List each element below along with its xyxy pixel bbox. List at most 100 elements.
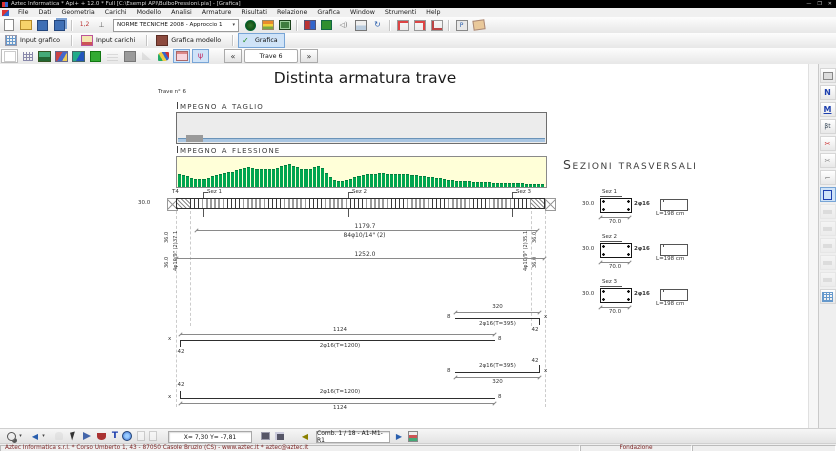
menu-armature[interactable]: Armature (197, 9, 237, 16)
disabled-result-icon-2[interactable] (820, 221, 836, 236)
prev-beam-button[interactable]: « (224, 49, 242, 63)
norms-combobox-value: NORME TECNICHE 2008 - Approccio 1 (117, 22, 223, 28)
scale-icon-2[interactable] (272, 430, 286, 442)
cut-gray-icon[interactable]: ✂ (820, 153, 836, 168)
sections-heading: Sezioni trasversali (563, 157, 697, 172)
scale-icon-1[interactable] (258, 430, 272, 442)
disabled-result-icon-1[interactable] (820, 204, 836, 219)
disabled-result-icon-3[interactable] (820, 238, 836, 253)
menu-modello[interactable]: Modello (132, 9, 167, 16)
blank-sheet-icon[interactable] (1, 49, 18, 63)
view-back-dropdown-icon[interactable]: ▾ (40, 430, 47, 442)
next-beam-button[interactable]: » (300, 49, 318, 63)
beam-tab[interactable]: Trave 6 (244, 49, 298, 63)
globe-icon[interactable] (120, 430, 134, 442)
disabled-result-icon-4[interactable] (820, 255, 836, 270)
select-cursor-icon[interactable] (66, 430, 80, 442)
zoom-dropdown-icon[interactable]: ▾ (17, 430, 24, 442)
save-icon[interactable] (35, 19, 50, 31)
maximize-button[interactable]: ❐ (817, 1, 821, 7)
open-file-icon[interactable] (18, 19, 33, 31)
axial-diagram-icon[interactable]: N (820, 85, 836, 100)
next-combination-icon[interactable]: ▶ (392, 430, 406, 442)
redline-tool-icon[interactable] (94, 430, 108, 442)
minimize-button[interactable]: — (806, 1, 811, 7)
norms-combobox[interactable]: NORME TECNICHE 2008 - Approccio 1 ▾ (113, 19, 239, 32)
sound-icon[interactable]: ◁) (336, 19, 351, 31)
section-green-view-icon[interactable] (71, 50, 86, 62)
element-view-icon[interactable] (88, 50, 103, 62)
prev-combination-icon[interactable]: ◀ (298, 430, 312, 442)
zoom-window-icon[interactable] (395, 19, 410, 31)
code-check-icon[interactable]: ⊥ (94, 19, 109, 31)
moment-diagram-icon[interactable]: M (820, 102, 836, 117)
drawing-canvas[interactable]: Distinta armatura trave Trave n° 6 Impeg… (0, 64, 808, 428)
diagram-curve-icon[interactable] (156, 50, 171, 62)
pan-hand-icon[interactable] (52, 430, 66, 442)
run-analysis-icon[interactable] (243, 19, 258, 31)
mesh-icon[interactable] (277, 19, 292, 31)
view-toolbar: ψ « Trave 6 » (0, 48, 836, 65)
menu-grafica[interactable]: Grafica (312, 9, 345, 16)
display-options-icon[interactable] (260, 19, 275, 31)
export-icon[interactable] (471, 19, 486, 31)
print-preview-icon[interactable]: P (454, 19, 469, 31)
status-bar: Aztec Informatica s.r.l. * Corso Umberto… (0, 443, 836, 451)
terrain-view-icon[interactable] (37, 50, 52, 62)
cut-red-icon[interactable]: ✂ (820, 136, 836, 151)
mode-input-grafico[interactable]: Input grafico (1, 33, 67, 48)
section-view-toggle-icon[interactable] (820, 187, 836, 202)
menu-geometria[interactable]: Geometria (56, 9, 99, 16)
mode-grafica[interactable]: ✓ Grafica (238, 33, 285, 48)
menu-window[interactable]: Window (345, 9, 380, 16)
dim-left-outer-bottom: 36.0 (164, 257, 170, 268)
table-view-icon[interactable] (173, 49, 190, 63)
mode-input-carichi[interactable]: Input carichi (77, 33, 142, 48)
close-button[interactable]: ✕ (828, 1, 832, 7)
grid-table-icon[interactable] (820, 289, 836, 304)
disabled-result-icon-5[interactable] (820, 272, 836, 287)
menu-carichi[interactable]: Carichi (100, 9, 132, 16)
solid-view-icon[interactable] (122, 50, 137, 62)
section-red-view-icon[interactable] (54, 50, 69, 62)
snap-grid-icon[interactable] (20, 50, 35, 62)
menu-relazione[interactable]: Relazione (272, 9, 312, 16)
bottom-toolbar: ▾ ◀ ▾ T X= 7,30 Y= -7,81 ◀ Comb. 1 / 18 … (0, 428, 836, 444)
combination-display[interactable]: Comb. 1 / 18 - A1-M1-R1 (316, 431, 390, 443)
status-led-icon[interactable] (319, 19, 334, 31)
menu-analisi[interactable]: Analisi (166, 9, 197, 16)
export-dxf-icon[interactable] (406, 430, 420, 442)
flex-bars (178, 158, 545, 187)
rebar4-end-in: 8 (498, 394, 502, 400)
mode-grafica-modello[interactable]: Grafica modello (152, 33, 228, 48)
menu-file[interactable]: File (13, 9, 34, 16)
application-window: Aztec Informatica * Api+ + 12.0 * Full [… (0, 0, 836, 451)
measure-dart-icon[interactable] (80, 430, 94, 442)
wire-view-icon[interactable] (105, 50, 120, 62)
hook-tool-icon[interactable]: ⌐ (820, 170, 836, 185)
save-all-icon[interactable] (52, 19, 67, 31)
find-icon[interactable] (302, 19, 317, 31)
menu-help[interactable]: Help (421, 9, 445, 16)
units-icon[interactable]: 1,2 (77, 19, 92, 31)
armatura-view-icon[interactable]: ψ (192, 49, 209, 63)
refresh-icon[interactable]: ↻ (370, 19, 385, 31)
tile-windows-icon[interactable] (353, 19, 368, 31)
dim-left-outer-top: 36.0 (164, 232, 170, 243)
zoom-previous-icon[interactable] (429, 19, 444, 31)
print-small-icon[interactable] (820, 68, 836, 83)
rebar2-end-out: x (168, 336, 171, 342)
torsion-diagram-icon[interactable]: βt (820, 119, 836, 134)
construction-line (190, 211, 191, 326)
drawing-title: Distinta armatura trave (220, 69, 510, 87)
new-file-icon[interactable] (1, 19, 16, 31)
zoom-tool-icon[interactable] (4, 430, 18, 442)
menu-strumenti[interactable]: Strumenti (380, 9, 421, 16)
menu-dati[interactable]: Dati (34, 9, 57, 16)
page-copy-icon[interactable] (146, 430, 160, 442)
zoom-extents-icon[interactable] (412, 19, 427, 31)
check-icon: ✓ (242, 36, 252, 45)
slope-view-icon[interactable] (139, 50, 154, 62)
menu-risultati[interactable]: Risultati (236, 9, 272, 16)
sez1-name: Sez 1 (602, 189, 617, 195)
